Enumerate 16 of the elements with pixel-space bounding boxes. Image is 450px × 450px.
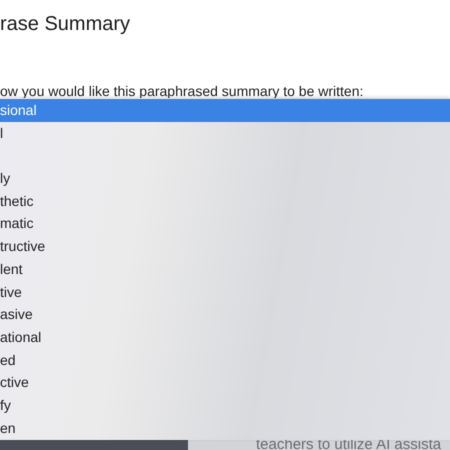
menu-option[interactable]: en [0,416,450,440]
menu-option[interactable]: asive [0,303,450,326]
menu-option[interactable]: thetic [0,190,450,212]
menu-option[interactable]: ational [0,326,450,349]
menu-option[interactable]: fy [0,394,450,417]
menu-option[interactable]: lent [0,258,450,280]
menu-option[interactable]: tive [0,280,450,304]
menu-option[interactable]: tructive [0,235,450,258]
page-title: rase Summary [0,12,132,37]
menu-option[interactable]: ctive [0,371,450,394]
menu-option[interactable]: matic [0,212,450,236]
menu-option[interactable]: ly [0,167,450,190]
menu-option[interactable]: sional [0,99,450,122]
menu-option[interactable]: l [0,122,450,144]
menu-option[interactable]: ed [0,348,450,372]
prompt-text: ow you would like this paraphrased summary to be written: [0,83,364,100]
